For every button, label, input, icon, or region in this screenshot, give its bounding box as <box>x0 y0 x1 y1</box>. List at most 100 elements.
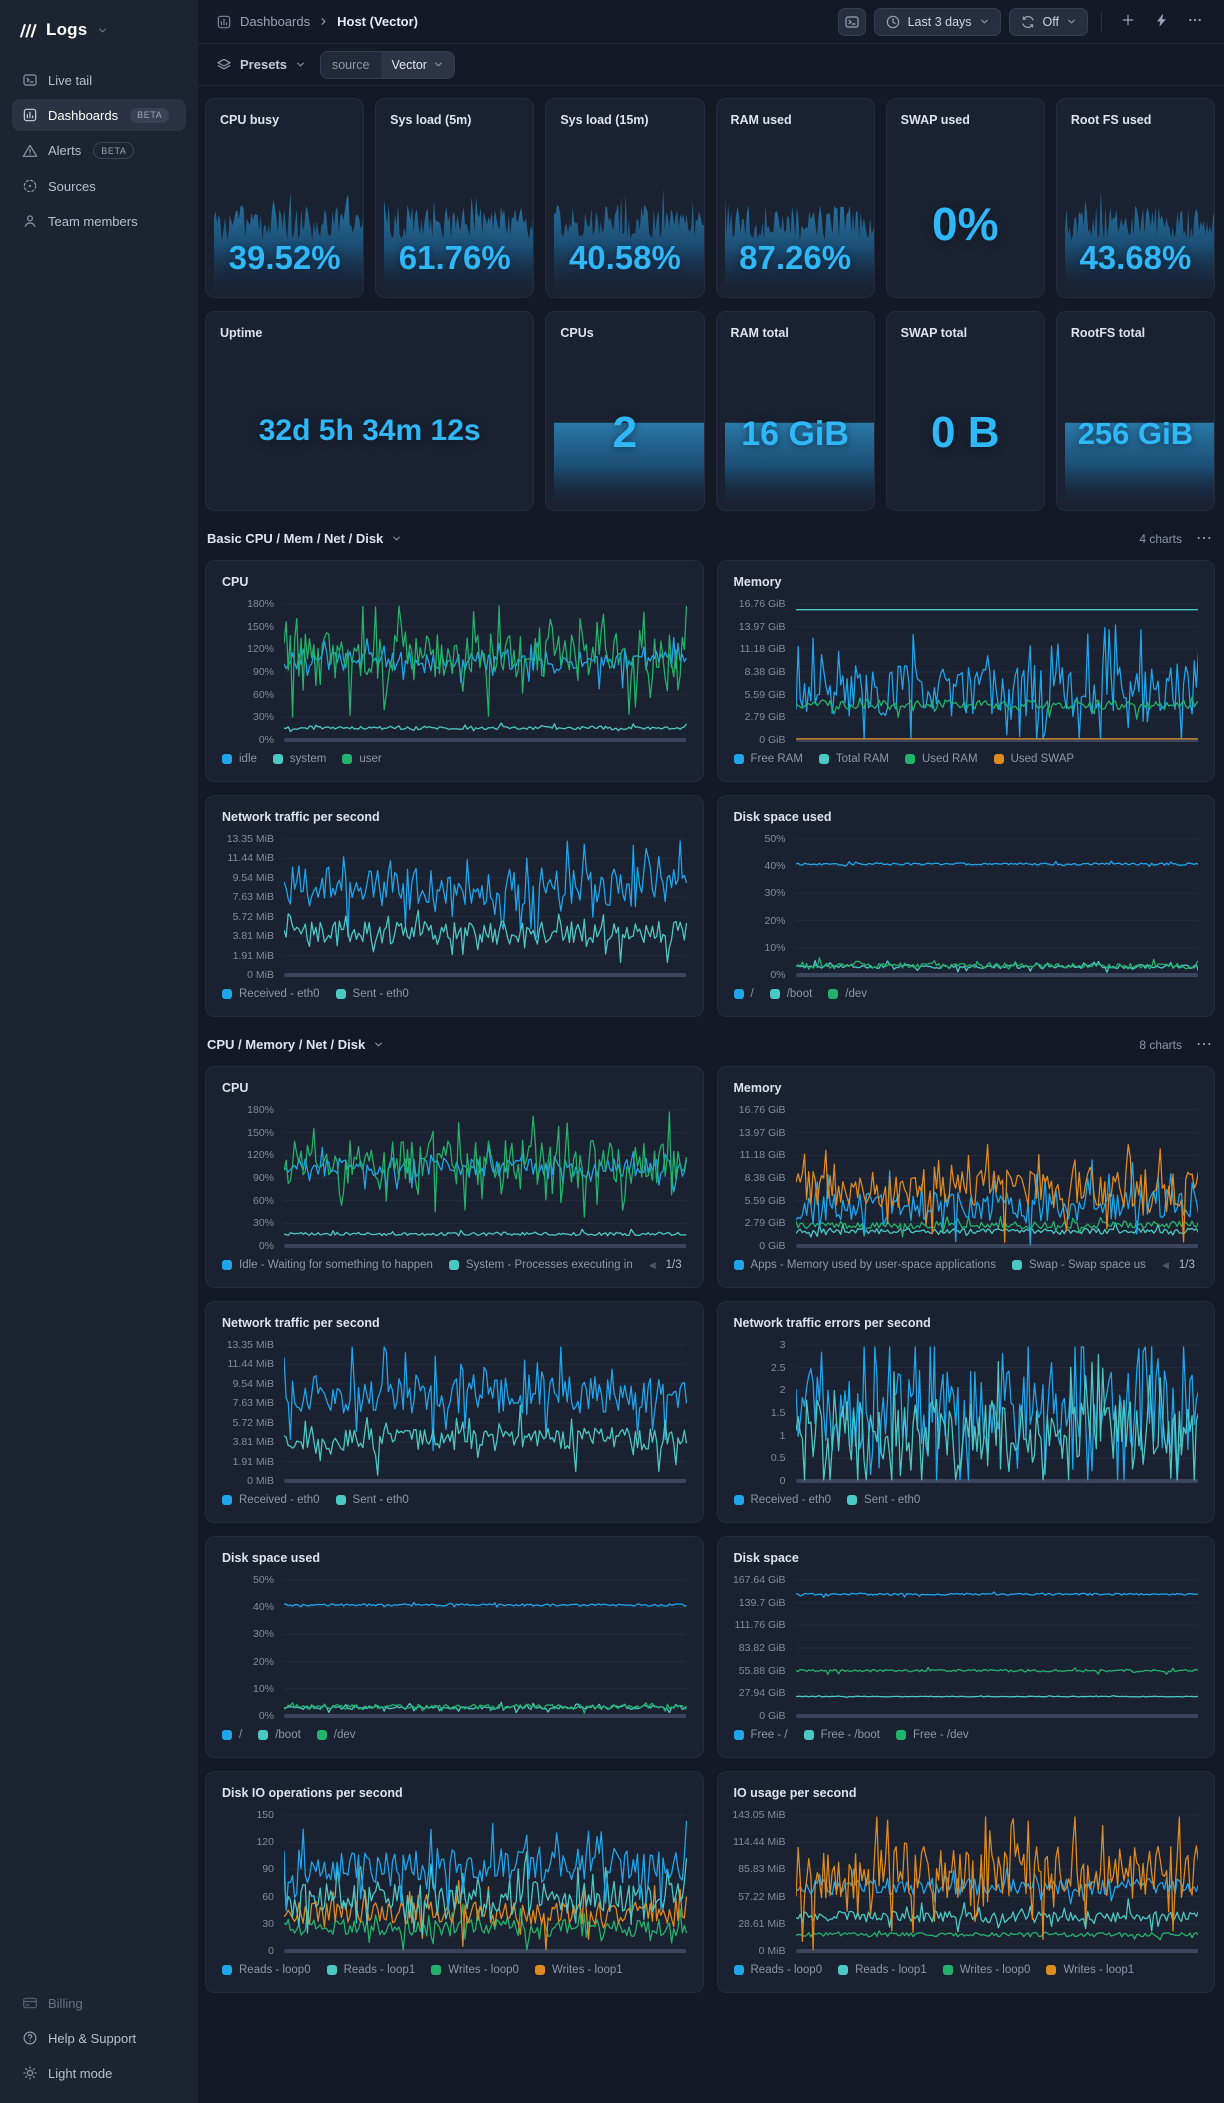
legend-prev-arrow-icon[interactable]: ◀ <box>1162 1260 1169 1271</box>
legend-label: Swap - Swap space us <box>1028 1259 1146 1271</box>
legend-item[interactable]: Free - /boot <box>803 1729 881 1741</box>
dashboard-breadcrumb-icon <box>216 14 232 30</box>
legend-item[interactable]: Reads - loop0 <box>222 1964 311 1976</box>
legend-item[interactable]: Writes - loop1 <box>534 1964 623 1976</box>
legend-item[interactable]: Apps - Memory used by user-space applica… <box>733 1259 996 1271</box>
legend-swatch <box>316 1730 327 1740</box>
chevron-down-icon <box>1066 16 1077 27</box>
legend-label: Sent - eth0 <box>352 1494 409 1506</box>
y-tick-label: 85.83 MiB <box>738 1863 786 1876</box>
y-tick-label: 0% <box>258 1710 274 1722</box>
sidebar-footer: Billing Help & Support Light mode <box>12 1987 186 2089</box>
chart-title: CPU <box>222 575 249 589</box>
legend-item[interactable]: Reads - loop1 <box>326 1964 415 1976</box>
legend-label: Free RAM <box>750 753 803 765</box>
y-tick-label: 30% <box>764 887 786 900</box>
legend-item[interactable]: / <box>733 988 754 1000</box>
legend-item[interactable]: /dev <box>828 988 867 1000</box>
legend-item[interactable]: Received - eth0 <box>222 1494 320 1506</box>
y-tick-label: 40% <box>764 860 786 873</box>
legend-item[interactable]: System - Processes executing in <box>448 1259 633 1271</box>
legend-item[interactable]: Used SWAP <box>993 753 1074 765</box>
source-filter-chip[interactable]: source Vector <box>319 50 455 79</box>
y-tick-label: 16.76 GiB <box>738 598 786 610</box>
legend-item[interactable]: Free - / <box>733 1729 788 1741</box>
y-tick-label: 11.44 MiB <box>227 852 275 865</box>
chart-legend: Idle - Waiting for something to happen Sy… <box>222 1255 687 1275</box>
more-options-button[interactable] <box>1182 12 1208 31</box>
legend-item[interactable]: Received - eth0 <box>222 988 320 1000</box>
legend-item[interactable]: Sent - eth0 <box>335 1494 409 1506</box>
legend-item[interactable]: Writes - loop0 <box>942 1964 1030 1976</box>
legend-label: Free - /boot <box>820 1729 881 1741</box>
legend-item[interactable]: Sent - eth0 <box>335 988 409 1000</box>
section-more-button[interactable]: ⋯ <box>1196 1036 1213 1052</box>
legend-item[interactable]: Reads - loop0 <box>733 1964 822 1976</box>
sidebar-item-dashboards[interactable]: Dashboards BETA <box>12 99 186 131</box>
chart-legend: Received - eth0 Sent - eth0 <box>222 984 687 1004</box>
legend-label: Received - eth0 <box>239 1494 320 1506</box>
y-tick-label: 167.64 GiB <box>732 1574 786 1586</box>
legend-item[interactable]: Swap - Swap space us <box>1011 1259 1146 1271</box>
light-mode-icon <box>22 2065 38 2081</box>
stat-card-sys-load-15m-: Sys load (15m) 40.58% <box>545 98 705 298</box>
legend-prev-arrow-icon[interactable]: ◀ <box>649 1260 656 1271</box>
stat-card-title: CPU busy <box>220 113 280 127</box>
legend-swatch <box>272 754 283 764</box>
divider <box>1101 11 1102 32</box>
sidebar-item-alerts[interactable]: Alerts BETA <box>12 134 186 167</box>
clock-icon <box>885 14 901 30</box>
sidebar-item-team-members[interactable]: Team members <box>12 205 186 237</box>
legend-item[interactable]: Idle - Waiting for something to happen <box>222 1259 433 1271</box>
legend-swatch <box>733 989 744 999</box>
legend-item[interactable]: user <box>342 753 382 765</box>
legend-item[interactable]: idle <box>222 753 257 765</box>
nav-item-label: Sources <box>48 178 96 194</box>
add-button[interactable] <box>1115 12 1141 31</box>
stat-card-value: 32d 5h 34m 12s <box>258 414 481 447</box>
line-chart-svg <box>284 838 687 977</box>
y-tick-label: 60% <box>252 1194 274 1207</box>
y-tick-label: 143.05 MiB <box>732 1809 786 1821</box>
breadcrumb-root[interactable]: Dashboards <box>240 14 310 29</box>
legend-item[interactable]: Used RAM <box>904 753 978 765</box>
legend-item[interactable]: Reads - loop1 <box>838 1964 927 1976</box>
layers-icon <box>216 57 232 73</box>
legend-item[interactable]: Received - eth0 <box>733 1494 831 1506</box>
presets-button[interactable]: Presets <box>216 57 306 73</box>
breadcrumb-current: Host (Vector) <box>337 14 419 29</box>
chart-title: Network traffic errors per second <box>733 1316 931 1330</box>
section-title[interactable]: CPU / Memory / Net / Disk <box>207 1037 384 1052</box>
refresh-button[interactable]: Off <box>1008 7 1088 36</box>
logo[interactable]: Logs <box>12 12 186 64</box>
legend-item[interactable]: Writes - loop0 <box>431 1964 519 1976</box>
legend-item[interactable]: Total RAM <box>818 753 889 765</box>
sidebar-item-sources[interactable]: Sources <box>12 170 186 202</box>
legend-item[interactable]: Sent - eth0 <box>847 1494 920 1506</box>
time-range-button[interactable]: Last 3 days <box>873 7 1001 36</box>
chevron-down-icon[interactable] <box>97 25 108 36</box>
y-tick-label: 150% <box>247 620 274 633</box>
section-title[interactable]: Basic CPU / Mem / Net / Disk <box>207 531 402 546</box>
legend-item[interactable]: system <box>272 753 326 765</box>
legend-item[interactable]: Free RAM <box>733 753 803 765</box>
legend-item[interactable]: Writes - loop1 <box>1046 1964 1134 1976</box>
footer-item-help-support[interactable]: Help & Support <box>12 2022 186 2054</box>
panel-button[interactable] <box>837 7 866 36</box>
stat-card-title: SWAP used <box>900 113 970 127</box>
quick-actions-button[interactable] <box>1149 13 1174 31</box>
chart-card-network-traffic-per-second: Network traffic per second 13.35 MiB 11.44… <box>205 1301 704 1523</box>
footer-item-billing[interactable]: Billing <box>12 1987 186 2019</box>
legend-item[interactable]: /dev <box>316 1729 356 1741</box>
plot-canvas <box>795 1808 1198 1953</box>
legend-label: user <box>359 753 382 765</box>
legend-item[interactable]: /boot <box>258 1729 301 1741</box>
legend-item[interactable]: Free - /dev <box>896 1729 969 1741</box>
chart-title: Memory <box>733 1081 782 1095</box>
footer-item-light-mode[interactable]: Light mode <box>12 2057 186 2089</box>
sidebar-item-live-tail[interactable]: Live tail <box>12 64 186 96</box>
legend-label: Apps - Memory used by user-space applica… <box>750 1259 996 1271</box>
legend-item[interactable]: / <box>222 1729 242 1741</box>
legend-item[interactable]: /boot <box>769 988 812 1000</box>
section-more-button[interactable]: ⋯ <box>1196 530 1213 546</box>
